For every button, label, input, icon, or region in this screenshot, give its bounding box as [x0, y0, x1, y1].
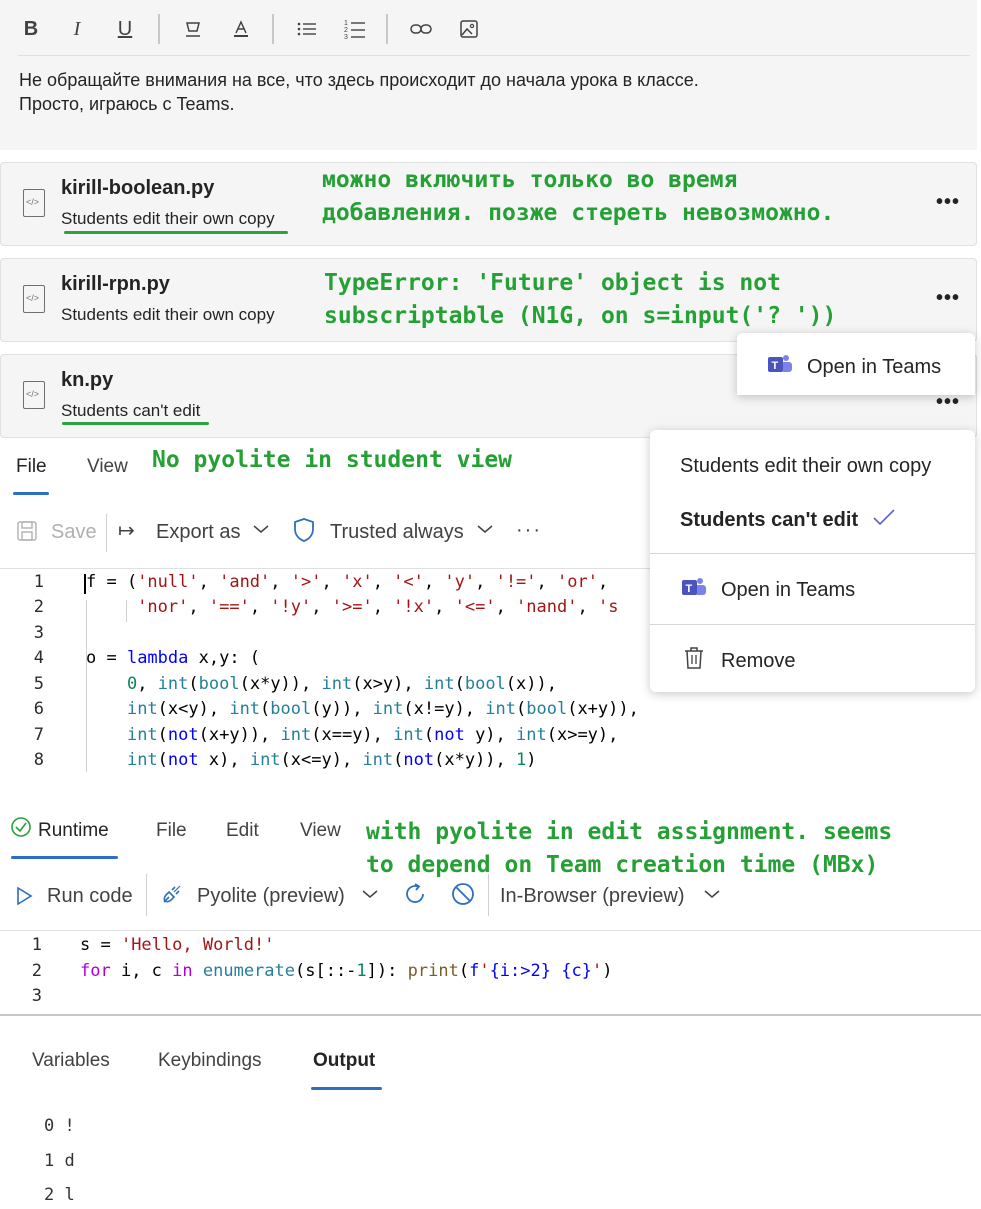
code-file-icon: </>	[23, 381, 45, 409]
chevron-down-icon	[361, 887, 379, 905]
environment-selector[interactable]: In-Browser (preview)	[500, 885, 684, 908]
svg-text:2: 2	[344, 27, 348, 34]
line-number: 1	[33, 572, 44, 592]
more-options-button[interactable]: •••	[936, 191, 960, 214]
tab-runtime[interactable]: Runtime	[38, 820, 109, 842]
line-number: 3	[33, 623, 44, 643]
line-number: 2	[33, 597, 44, 617]
output-line: 1 d	[44, 1151, 75, 1171]
annotation-note-2: TypeError: 'Future' object is not subscr…	[324, 270, 837, 329]
shield-icon	[292, 517, 316, 548]
output-line: 0 !	[44, 1116, 75, 1136]
svg-text:T: T	[772, 360, 779, 372]
underline-icon[interactable]: U	[110, 14, 140, 44]
line-number: 7	[33, 725, 44, 745]
file-permission: Students can't edit	[61, 401, 201, 420]
svg-text:1: 1	[344, 20, 348, 27]
line-number: 8	[33, 750, 44, 770]
menu-item-remove[interactable]: Remove	[721, 650, 795, 673]
file-permission: Students edit their own copy	[61, 209, 275, 228]
code-line-2[interactable]: 'nor', '==', '!y', '>=', '!x', '<=', 'na…	[86, 597, 618, 617]
highlight-icon[interactable]	[178, 14, 208, 44]
plug-icon	[160, 882, 184, 911]
rich-text-editor: B I U 123 Не обращайте внимания на все, …	[0, 0, 977, 150]
svg-text:3: 3	[344, 34, 348, 40]
menu-item-students-cant-edit[interactable]: Students can't edit	[680, 509, 858, 532]
bullet-list-icon[interactable]	[292, 14, 322, 44]
menu-item-open-in-teams[interactable]: Open in Teams	[721, 579, 855, 602]
play-icon	[14, 885, 34, 912]
code-line-4[interactable]: o = lambda x,y: (	[86, 648, 260, 668]
annotation-note-1: можно включить только во время добавлени…	[322, 167, 835, 226]
chevron-down-icon	[252, 522, 270, 540]
checkmark-icon	[872, 507, 896, 532]
annotation-note-3: No pyolite in student view	[152, 447, 513, 473]
file-name: kirill-boolean.py	[61, 177, 215, 199]
line-number: 2	[31, 961, 42, 981]
line-number: 6	[33, 699, 44, 719]
numbered-list-icon[interactable]: 123	[340, 14, 370, 44]
annotation-note-4: with pyolite in edit assignment. seems t…	[366, 819, 893, 878]
code-file-icon: </>	[23, 285, 45, 313]
font-color-icon[interactable]	[226, 14, 256, 44]
tab-file[interactable]: File	[156, 820, 187, 842]
image-icon[interactable]	[454, 14, 484, 44]
open-in-teams-label[interactable]: Open in Teams	[807, 356, 941, 379]
code-line-6[interactable]: int(x<y), int(bool(y)), int(x!=y), int(b…	[86, 699, 639, 719]
code-line-5[interactable]: 0, int(bool(x*y)), int(x>y), int(bool(x)…	[86, 674, 557, 694]
file-name: kirill-rpn.py	[61, 273, 170, 295]
output-line: 2 l	[44, 1185, 75, 1205]
link-icon[interactable]	[406, 14, 436, 44]
chevron-down-icon	[476, 522, 494, 540]
file-context-menu: Students edit their own copy Students ca…	[650, 430, 975, 692]
menu-item-students-edit-copy[interactable]: Students edit their own copy	[680, 455, 931, 478]
more-options-button[interactable]: •••	[936, 287, 960, 310]
code-line-2[interactable]: for i, c in enumerate(s[::-1]): print(f'…	[80, 961, 612, 981]
tab-view[interactable]: View	[87, 456, 128, 478]
tab-output[interactable]: Output	[313, 1050, 375, 1072]
stop-icon[interactable]	[450, 881, 476, 912]
trusted-always-button[interactable]: Trusted always	[330, 521, 464, 544]
trash-icon	[683, 646, 705, 675]
code-file-icon: </>	[23, 189, 45, 217]
more-toolbar-button[interactable]: ···	[516, 519, 542, 542]
export-as-button[interactable]: Export as	[156, 521, 240, 544]
message-text-line1[interactable]: Не обращайте внимания на все, что здесь …	[19, 70, 699, 91]
check-circle-icon	[10, 816, 32, 843]
chevron-down-icon	[703, 887, 721, 905]
teams-icon: T	[768, 355, 792, 372]
code-line-7[interactable]: int(not(x+y)), int(x==y), int(not y), in…	[86, 725, 618, 745]
kernel-selector[interactable]: Pyolite (preview)	[197, 885, 345, 908]
svg-text:T: T	[686, 583, 693, 595]
code-line-1[interactable]: s = 'Hello, World!'	[80, 935, 274, 955]
save-button[interactable]: Save	[51, 521, 97, 544]
restart-icon[interactable]	[402, 881, 428, 912]
open-in-teams-popup[interactable]: T Open in Teams	[737, 333, 975, 395]
tab-edit[interactable]: Edit	[226, 820, 259, 842]
save-icon	[16, 520, 38, 542]
export-icon: ↦	[118, 520, 135, 542]
code-line-1[interactable]: f = ('null', 'and', '>', 'x', '<', 'y', …	[86, 572, 608, 592]
tab-file[interactable]: File	[16, 456, 47, 478]
teams-icon: T	[682, 578, 706, 595]
message-text-line2[interactable]: Просто, играюсь с Teams.	[19, 94, 235, 115]
italic-icon[interactable]: I	[62, 14, 92, 44]
line-number: 5	[33, 674, 44, 694]
file-name: kn.py	[61, 369, 114, 391]
line-number: 4	[33, 648, 44, 668]
tab-variables[interactable]: Variables	[32, 1050, 110, 1072]
line-number: 1	[31, 935, 42, 955]
line-number: 3	[31, 986, 42, 1006]
tab-keybindings[interactable]: Keybindings	[158, 1050, 262, 1072]
run-code-button[interactable]: Run code	[47, 885, 133, 908]
bold-icon[interactable]: B	[16, 14, 46, 44]
tab-view[interactable]: View	[300, 820, 341, 842]
file-permission: Students edit their own copy	[61, 305, 275, 324]
code-line-8[interactable]: int(not x), int(x<=y), int(not(x*y)), 1)	[86, 750, 537, 770]
